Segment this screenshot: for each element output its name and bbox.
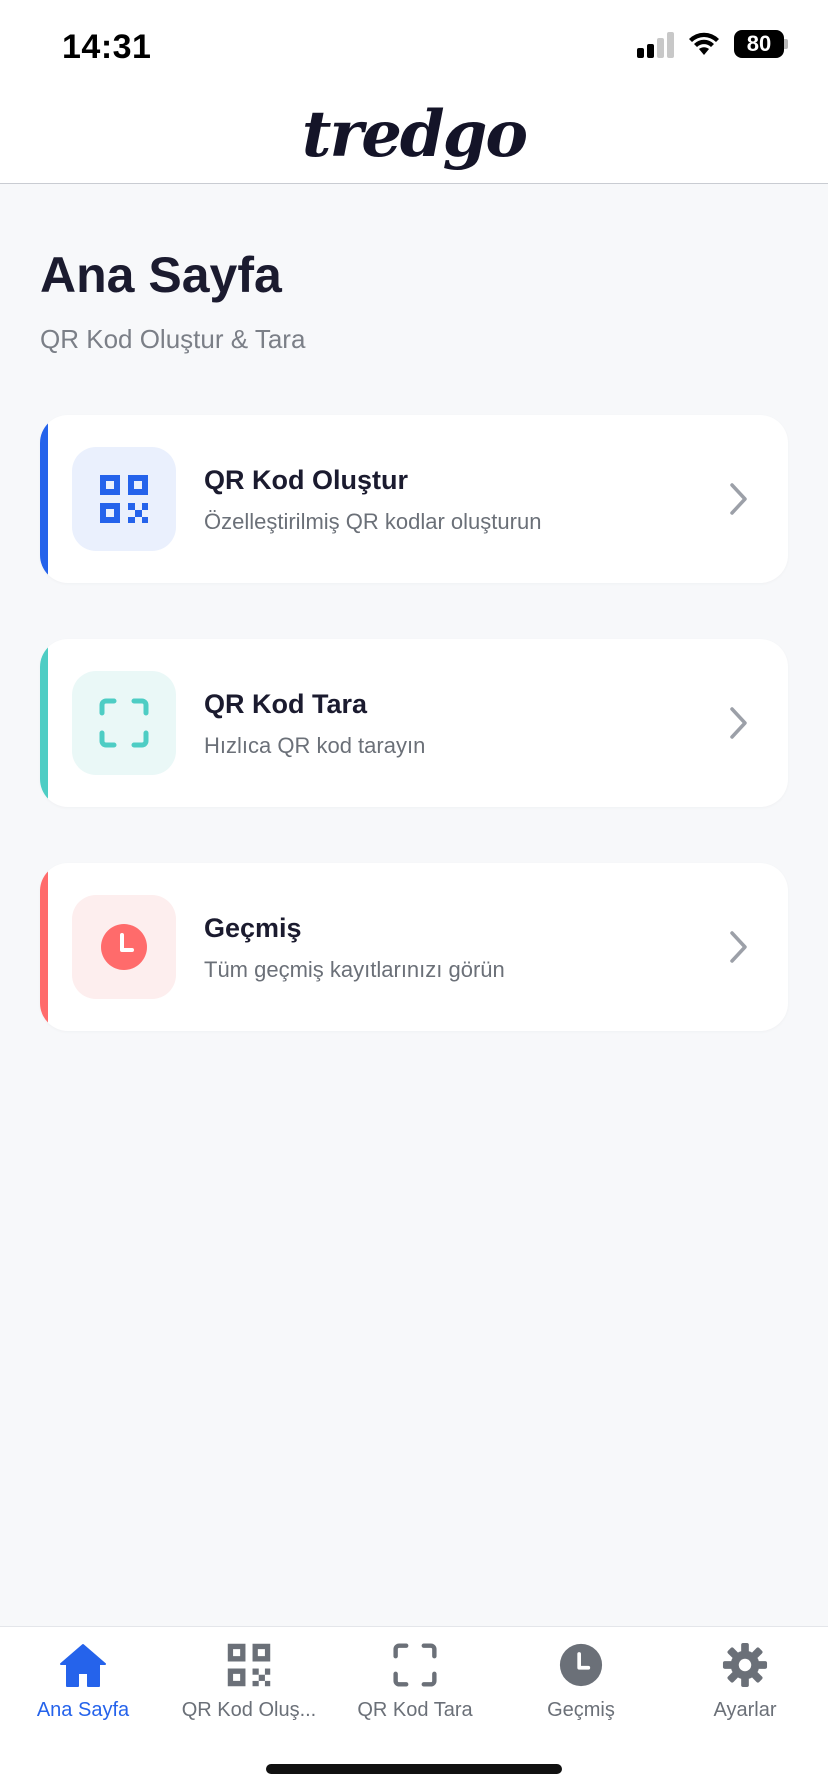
tab-scan-qr[interactable]: QR Kod Tara [332,1641,498,1741]
card-title: QR Kod Tara [204,689,368,719]
card-scan-qr[interactable]: QR Kod Tara Hızlıca QR kod tarayın [40,639,788,807]
tab-settings[interactable]: Ayarlar [662,1641,828,1741]
tab-label: Geçmiş [547,1699,615,1721]
card-history[interactable]: Geçmiş Tüm geçmiş kayıtlarınızı görün [40,863,788,1031]
status-icons: 80 [637,30,788,58]
battery-indicator: 80 [734,30,788,58]
tab-label: QR Kod Oluş... [181,1699,317,1721]
card-title: QR Kod Oluştur [204,465,408,495]
card-accent [40,863,48,1031]
card-create-qr[interactable]: QR Kod Oluştur Özelleştirilmiş QR kodlar… [40,415,788,583]
tab-label: QR Kod Tara [357,1699,473,1721]
clock-icon [101,924,147,970]
home-icon [60,1644,106,1687]
status-time: 14:31 [62,28,152,66]
tab-create-qr[interactable]: QR Kod Oluş... [166,1641,332,1741]
chevron-right-icon [730,483,747,515]
tab-label: Ayarlar [713,1699,777,1721]
battery-cap [784,39,788,49]
tab-label: Ana Sayfa [36,1699,130,1721]
app-header: tredgo [0,92,828,184]
card-description: Tüm geçmiş kayıtlarınızı görün [204,957,505,982]
cellular-signal-icon [637,30,674,58]
card-accent [40,639,48,807]
card-description: Özelleştirilmiş QR kodlar oluşturun [204,509,542,534]
scan-frame-icon [393,1643,437,1687]
clock-icon [559,1643,603,1687]
app-logo: tredgo [301,97,528,172]
card-icon-box [72,895,176,999]
gear-icon [722,1642,768,1688]
page-subtitle: QR Kod Oluştur & Tara [40,324,306,354]
battery-icon: 80 [734,30,784,58]
chevron-right-icon [730,931,747,963]
card-title: Geçmiş [204,913,302,943]
card-description: Hızlıca QR kod tarayın [204,733,426,758]
status-bar: 14:31 80 [0,0,828,92]
page-title: Ana Sayfa [40,247,282,303]
home-indicator [266,1764,562,1774]
card-accent [40,415,48,583]
card-icon-box [72,447,176,551]
wifi-icon [689,32,719,55]
scan-frame-icon [99,698,149,748]
qr-code-icon [227,1643,271,1687]
tab-history[interactable]: Geçmiş [498,1641,664,1741]
tab-home[interactable]: Ana Sayfa [0,1641,166,1741]
chevron-right-icon [730,707,747,739]
qr-code-icon [100,475,148,523]
card-icon-box [72,671,176,775]
